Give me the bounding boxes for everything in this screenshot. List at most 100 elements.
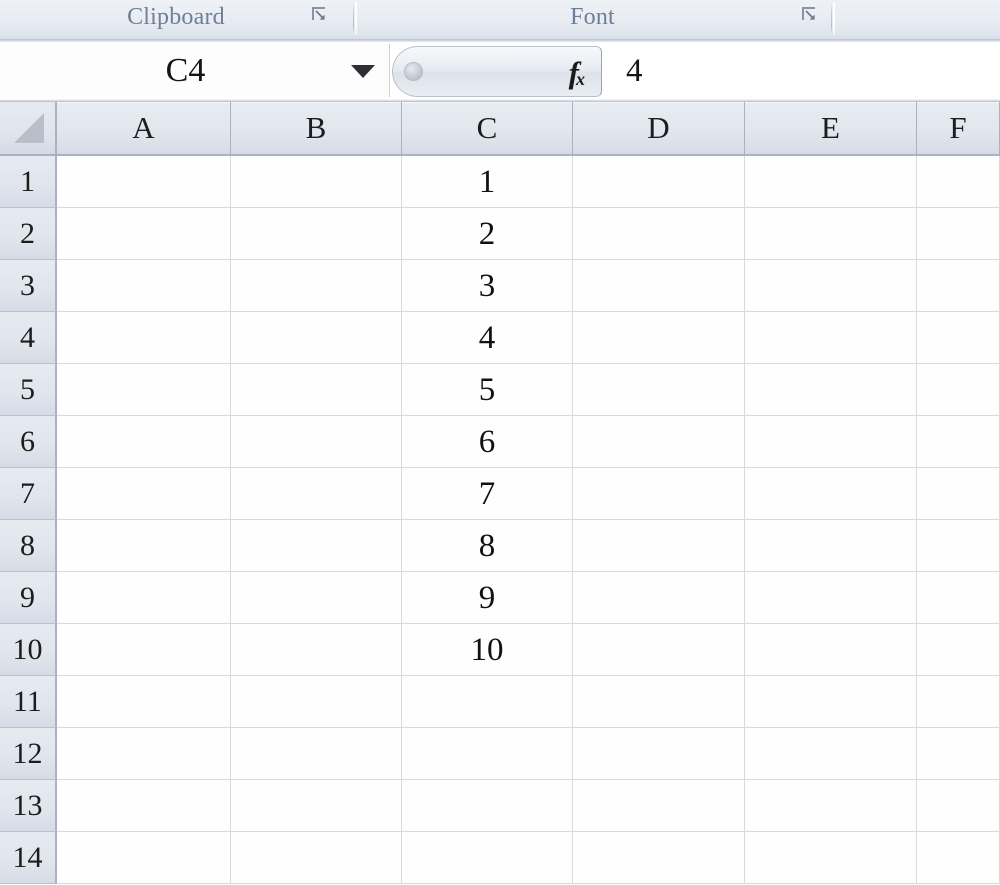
cell-C7[interactable]: 7 (402, 468, 573, 520)
cell-C9[interactable]: 9 (402, 572, 573, 624)
cell-D9[interactable] (573, 572, 745, 624)
cell-A5[interactable] (57, 364, 231, 416)
cell-D5[interactable] (573, 364, 745, 416)
formula-input[interactable]: 4 (604, 44, 1000, 97)
cell-F8[interactable] (917, 520, 1000, 572)
row-header-11[interactable]: 11 (0, 676, 57, 728)
cell-F7[interactable] (917, 468, 1000, 520)
cell-B1[interactable] (231, 156, 402, 208)
row-header-1[interactable]: 1 (0, 156, 57, 208)
cell-F6[interactable] (917, 416, 1000, 468)
cell-B10[interactable] (231, 624, 402, 676)
row-header-2[interactable]: 2 (0, 208, 57, 260)
cell-C1[interactable]: 1 (402, 156, 573, 208)
cell-A2[interactable] (57, 208, 231, 260)
column-header-c[interactable]: C (402, 102, 573, 156)
cell-A4[interactable] (57, 312, 231, 364)
row-header-8[interactable]: 8 (0, 520, 57, 572)
cell-E6[interactable] (745, 416, 917, 468)
cell-B11[interactable] (231, 676, 402, 728)
cell-E13[interactable] (745, 780, 917, 832)
row-header-14[interactable]: 14 (0, 832, 57, 884)
cell-C10[interactable]: 10 (402, 624, 573, 676)
cell-E4[interactable] (745, 312, 917, 364)
cell-A11[interactable] (57, 676, 231, 728)
cell-F4[interactable] (917, 312, 1000, 364)
cell-D6[interactable] (573, 416, 745, 468)
cell-B14[interactable] (231, 832, 402, 884)
cell-A13[interactable] (57, 780, 231, 832)
cell-F1[interactable] (917, 156, 1000, 208)
cell-D3[interactable] (573, 260, 745, 312)
cell-E5[interactable] (745, 364, 917, 416)
cell-A10[interactable] (57, 624, 231, 676)
chevron-down-icon[interactable] (337, 62, 389, 80)
cell-F5[interactable] (917, 364, 1000, 416)
cell-E10[interactable] (745, 624, 917, 676)
cell-A8[interactable] (57, 520, 231, 572)
cell-B2[interactable] (231, 208, 402, 260)
name-box-value[interactable]: C4 (0, 52, 337, 90)
row-header-9[interactable]: 9 (0, 572, 57, 624)
cell-F9[interactable] (917, 572, 1000, 624)
cell-B12[interactable] (231, 728, 402, 780)
cell-D12[interactable] (573, 728, 745, 780)
row-header-3[interactable]: 3 (0, 260, 57, 312)
cell-F13[interactable] (917, 780, 1000, 832)
cell-D2[interactable] (573, 208, 745, 260)
cell-B9[interactable] (231, 572, 402, 624)
cell-E11[interactable] (745, 676, 917, 728)
cell-D4[interactable] (573, 312, 745, 364)
row-header-13[interactable]: 13 (0, 780, 57, 832)
cell-D1[interactable] (573, 156, 745, 208)
cell-E3[interactable] (745, 260, 917, 312)
cell-C4[interactable]: 4 (402, 312, 573, 364)
cell-E1[interactable] (745, 156, 917, 208)
cell-C12[interactable] (402, 728, 573, 780)
cell-A9[interactable] (57, 572, 231, 624)
cell-C3[interactable]: 3 (402, 260, 573, 312)
row-header-7[interactable]: 7 (0, 468, 57, 520)
cell-C14[interactable] (402, 832, 573, 884)
cell-E8[interactable] (745, 520, 917, 572)
cell-D14[interactable] (573, 832, 745, 884)
cell-A3[interactable] (57, 260, 231, 312)
cell-B3[interactable] (231, 260, 402, 312)
cell-B6[interactable] (231, 416, 402, 468)
cell-D10[interactable] (573, 624, 745, 676)
cell-D8[interactable] (573, 520, 745, 572)
select-all-corner-icon[interactable] (0, 102, 57, 156)
cell-B4[interactable] (231, 312, 402, 364)
row-header-10[interactable]: 10 (0, 624, 57, 676)
dialog-launcher-icon[interactable] (311, 6, 328, 23)
cell-A14[interactable] (57, 832, 231, 884)
column-header-a[interactable]: A (57, 102, 231, 156)
column-header-d[interactable]: D (573, 102, 745, 156)
cell-C2[interactable]: 2 (402, 208, 573, 260)
cell-D13[interactable] (573, 780, 745, 832)
cell-E12[interactable] (745, 728, 917, 780)
cell-E7[interactable] (745, 468, 917, 520)
cell-F3[interactable] (917, 260, 1000, 312)
cell-C6[interactable]: 6 (402, 416, 573, 468)
column-header-b[interactable]: B (231, 102, 402, 156)
cell-F2[interactable] (917, 208, 1000, 260)
cell-D7[interactable] (573, 468, 745, 520)
cell-F14[interactable] (917, 832, 1000, 884)
dialog-launcher-icon[interactable] (801, 6, 818, 23)
cell-C11[interactable] (402, 676, 573, 728)
row-header-6[interactable]: 6 (0, 416, 57, 468)
name-box[interactable]: C4 (0, 44, 390, 97)
cell-A7[interactable] (57, 468, 231, 520)
column-header-f[interactable]: F (917, 102, 1000, 156)
cell-E14[interactable] (745, 832, 917, 884)
cell-C8[interactable]: 8 (402, 520, 573, 572)
cell-A1[interactable] (57, 156, 231, 208)
cell-A12[interactable] (57, 728, 231, 780)
column-header-e[interactable]: E (745, 102, 917, 156)
cell-E9[interactable] (745, 572, 917, 624)
cell-B13[interactable] (231, 780, 402, 832)
cell-F12[interactable] (917, 728, 1000, 780)
cell-C5[interactable]: 5 (402, 364, 573, 416)
cell-B7[interactable] (231, 468, 402, 520)
